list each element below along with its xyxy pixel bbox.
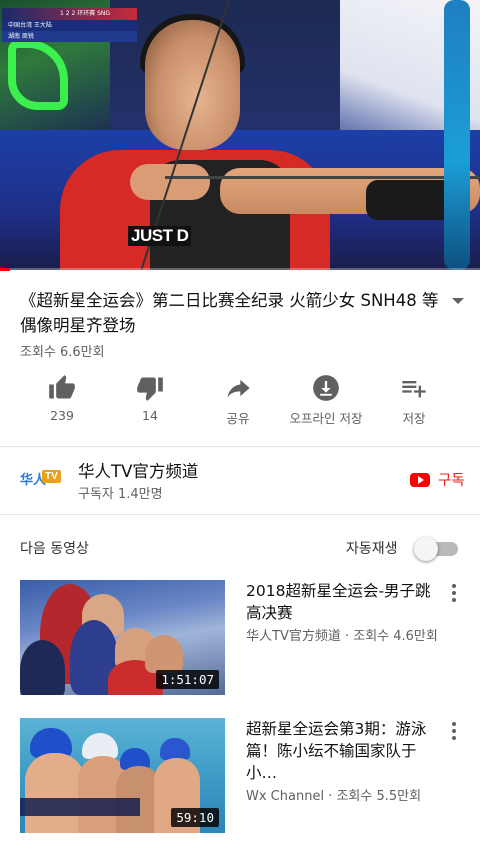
- divider: [0, 514, 480, 515]
- toggle-knob: [414, 537, 438, 561]
- progress-bar[interactable]: [0, 268, 480, 271]
- expand-description-icon[interactable]: [450, 296, 466, 306]
- youtube-play-icon: [410, 472, 430, 487]
- share-icon: [227, 379, 250, 398]
- video-duration: 1:51:07: [156, 670, 219, 689]
- share-button[interactable]: 공유: [193, 372, 283, 427]
- download-icon: [313, 375, 339, 401]
- video-title: 超新星全运会第3期：游泳篇！陈小纭不输国家队于小…: [246, 720, 427, 782]
- channel-name[interactable]: 华人TV官方频道: [78, 458, 198, 482]
- autoplay-label: 자동재생: [346, 541, 398, 557]
- channel-logo-badge: TV: [42, 470, 61, 483]
- video-title: 2018超新星全运会-男子跳高决赛: [246, 582, 431, 622]
- score-overlay: 1 2 2 环环赛 SNG 中国台湾 王大陆 湖南 周锐: [2, 8, 137, 44]
- video-thumbnail[interactable]: 59:10: [20, 718, 225, 833]
- video-title-block: 《超新星全运会》第二日比赛全纪录 火箭少女 SNH48 等偶像明星齐登场: [20, 288, 440, 338]
- thumbs-down-icon: [137, 377, 163, 401]
- video-player[interactable]: JUST D 1 2 2 环环赛 SNG 中国台湾 王大陆 湖南 周锐: [0, 0, 480, 270]
- like-button[interactable]: 239: [17, 372, 107, 423]
- action-bar: 239 14 공유 오프라인 저장 저장: [0, 372, 480, 434]
- more-options-icon[interactable]: [450, 722, 458, 740]
- subscribe-label: 구독: [438, 473, 465, 489]
- up-next-label: 다음 동영상: [20, 541, 89, 557]
- video-thumbnail[interactable]: 1:51:07: [20, 580, 225, 695]
- progress-fill: [0, 268, 10, 271]
- save-button[interactable]: 저장: [369, 372, 459, 427]
- channel-avatar[interactable]: 华人 TV: [20, 466, 62, 490]
- add-to-playlist-icon: [402, 381, 426, 398]
- divider: [0, 446, 480, 447]
- video-duration: 59:10: [171, 808, 219, 827]
- dislike-button[interactable]: 14: [105, 372, 195, 423]
- video-meta: Wx Channel · 조회수 5.5만회: [246, 789, 422, 804]
- view-count: 조회수 6.6만회: [20, 345, 105, 360]
- thumbs-up-icon: [49, 375, 75, 399]
- shirt-text: JUST D: [128, 226, 192, 246]
- list-item[interactable]: 1:51:07 2018超新星全运会-男子跳高决赛 华人TV官方频道 · 조회수…: [0, 580, 480, 698]
- download-button[interactable]: 오프라인 저장: [281, 372, 371, 427]
- subscriber-count: 구독자 1.4만명: [78, 487, 163, 502]
- list-item[interactable]: 59:10 超新星全运会第3期：游泳篇！陈小纭不输国家队于小… Wx Chann…: [0, 718, 480, 836]
- autoplay-toggle[interactable]: [414, 537, 460, 561]
- video-title: 《超新星全运会》第二日比赛全纪录 火箭少女 SNH48 等偶像明星齐登场: [20, 291, 439, 335]
- subscribe-button[interactable]: 구독: [410, 469, 465, 490]
- video-meta: 华人TV官方频道 · 조회수 4.6만회: [246, 629, 438, 644]
- more-options-icon[interactable]: [450, 584, 458, 602]
